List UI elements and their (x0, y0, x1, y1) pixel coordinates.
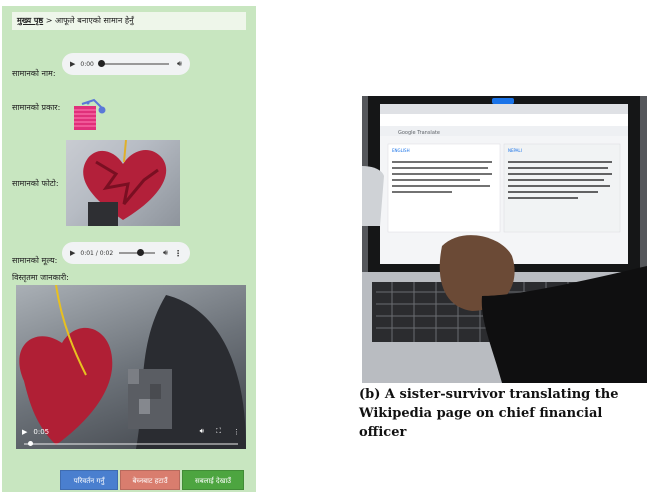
seek-knob[interactable] (137, 249, 145, 256)
source-lang-tab: ENGLISH (392, 148, 410, 153)
audio-seek-bar[interactable] (97, 60, 169, 67)
volume-icon[interactable]: 🔊︎ (200, 427, 204, 436)
breadcrumb-separator: > (45, 16, 53, 25)
breadcrumb-current: आफूले बनाएको सामान हेर्नुँ (54, 16, 134, 25)
volume-icon[interactable]: 🔊︎ (177, 59, 182, 69)
seek-knob[interactable] (28, 441, 34, 446)
show-to-all-button[interactable]: सबलाई देखाउँ (182, 470, 244, 490)
laptop-photo: Google Translate ENGLISH NEPALI (362, 96, 647, 383)
play-icon[interactable]: ▶ (22, 428, 27, 436)
more-options-icon[interactable]: ⋮ (233, 428, 240, 436)
remove-from-sale-button[interactable]: बेच्नबाट हटाउँ (120, 470, 180, 490)
app-screenshot-panel: मुख्य पृष्ठ > आफूले बनाएको सामान हेर्नुँ… (2, 6, 256, 492)
play-icon[interactable]: ▶ (70, 249, 75, 257)
breadcrumb-home-link[interactable]: मुख्य पृष्ठ (17, 16, 43, 25)
price-audio-player[interactable]: ▶ 0:01 / 0:02 🔊︎ ⋮ (62, 242, 190, 264)
item-price-label: सामानको मूल्य: (12, 256, 58, 265)
video-time: 0:05 (33, 427, 50, 436)
item-type-label: सामानको प्रकार: (12, 103, 61, 112)
figure-caption: (b) A sister-survivor translating the Wi… (359, 387, 619, 440)
target-lang-tab: NEPALI (508, 148, 522, 153)
name-audio-player[interactable]: ▶ 0:00 🔊︎ (62, 53, 190, 75)
fullscreen-icon[interactable]: ⛶ (216, 427, 221, 436)
app-title-text: Google Translate (398, 130, 440, 136)
item-photo-label: सामानको फोटो: (12, 179, 59, 188)
knit-pattern-icon (74, 98, 106, 130)
audio-time: 0:01 / 0:02 (80, 249, 114, 257)
item-name-label: सामानको नाम: (12, 69, 56, 78)
details-video-player[interactable]: ▶ 0:05 🔊︎ ⛶ ⋮ (16, 285, 246, 449)
more-options-icon[interactable]: ⋮ (174, 249, 182, 258)
seek-knob[interactable] (97, 60, 105, 67)
breadcrumb: मुख्य पृष्ठ > आफूले बनाएको सामान हेर्नुँ (12, 12, 246, 30)
volume-icon[interactable]: 🔊︎ (163, 248, 168, 258)
laptop-translation-photo: Google Translate ENGLISH NEPALI (362, 96, 647, 383)
play-icon[interactable]: ▶ (70, 60, 75, 68)
video-seek-bar[interactable] (24, 441, 238, 446)
change-button[interactable]: परिवर्तन गर्नुँ (60, 470, 118, 490)
audio-seek-bar[interactable] (119, 249, 155, 256)
item-details-label: विस्तृतमा जानकारी: (12, 273, 69, 282)
item-photo (66, 140, 180, 226)
video-controls: ▶ 0:05 🔊︎ ⛶ ⋮ (16, 423, 246, 449)
audio-time: 0:00 (80, 60, 94, 68)
